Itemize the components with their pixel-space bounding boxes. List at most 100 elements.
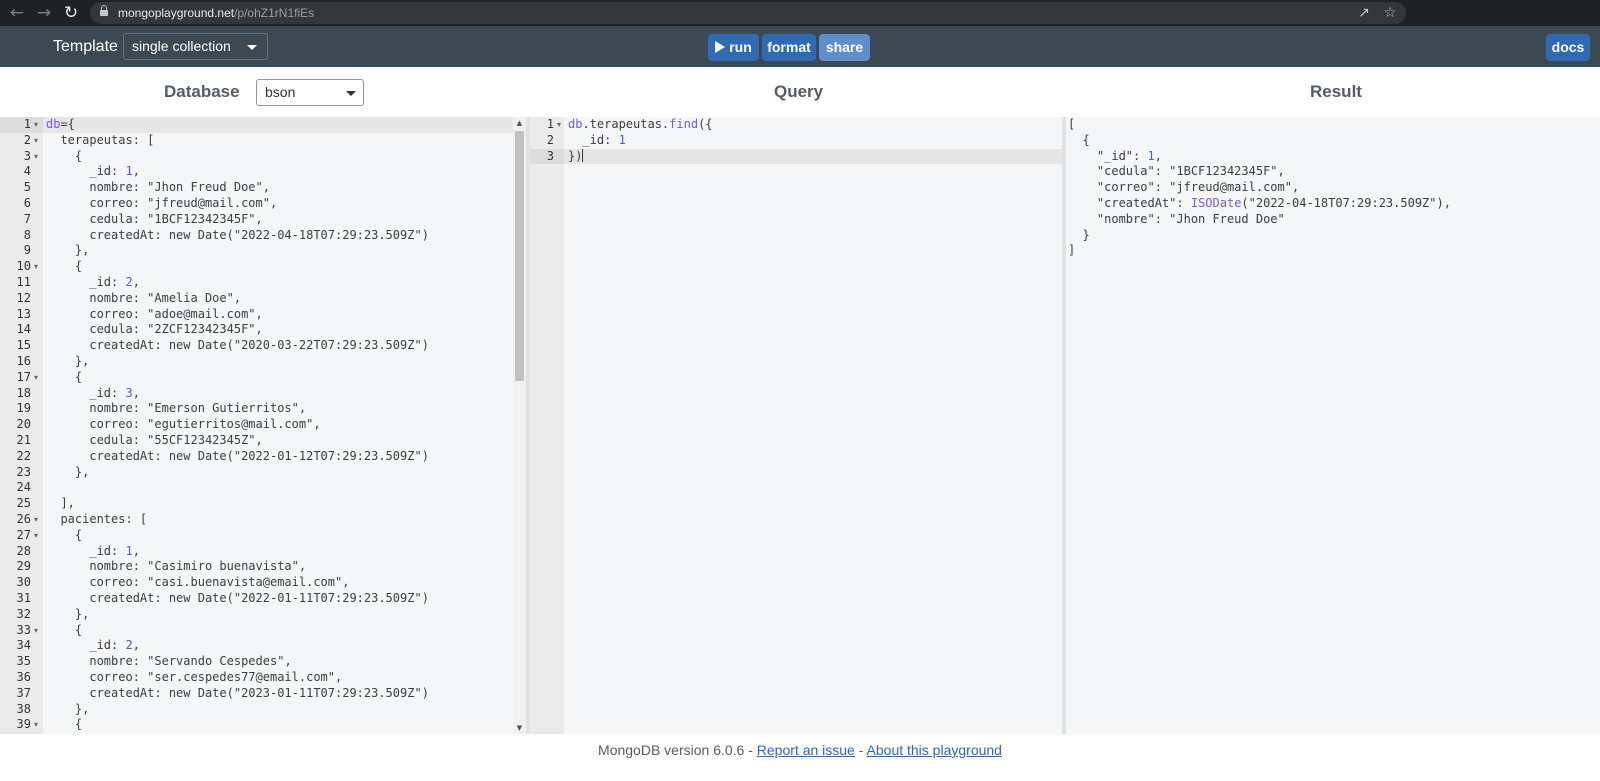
url-text[interactable]: mongoplayground.net/p/ohZ1rN1fiEs: [118, 2, 314, 24]
report-issue-link[interactable]: Report an issue: [757, 742, 855, 758]
about-playground-link[interactable]: About this playground: [867, 742, 1002, 758]
line-number: 1: [23, 117, 31, 131]
run-button[interactable]: run: [708, 34, 759, 61]
code-line: [: [1068, 117, 1076, 131]
query-editor[interactable]: 1 ▾ db.terapeutas.find({2 _id: 1 3}): [530, 117, 1062, 734]
code-line: terapeutas: [: [46, 132, 155, 147]
share-button[interactable]: share: [819, 34, 870, 61]
code-line: },: [46, 606, 90, 621]
fold-toggle-icon[interactable]: ▾: [34, 528, 38, 544]
scroll-up-icon[interactable]: ▲: [513, 117, 526, 129]
code-line: },: [46, 354, 90, 368]
fold-toggle-icon[interactable]: ▾: [34, 370, 38, 386]
code-line: correo: "ser.cespedes77@email.com",: [46, 670, 343, 684]
fold-toggle-icon[interactable]: ▾: [34, 259, 38, 275]
code-line: {: [1068, 132, 1090, 147]
url-path: /p/ohZ1rN1fiEs: [234, 6, 315, 20]
forward-arrow-icon[interactable]: →: [33, 2, 55, 24]
fold-toggle-icon[interactable]: ▾: [34, 117, 38, 133]
chevron-down-icon: [346, 91, 356, 96]
lock-icon: [100, 5, 108, 17]
fold-toggle-icon[interactable]: ▾: [34, 149, 38, 165]
code-line: db={: [46, 117, 75, 131]
database-mode-select[interactable]: bson: [256, 79, 364, 106]
query-panel-title: Query: [774, 82, 824, 101]
line-number: 37: [16, 685, 31, 700]
bookmark-star-icon[interactable]: ☆: [1380, 2, 1400, 24]
code-line: "cedula": "1BCF12342345F",: [1096, 164, 1285, 179]
line-number: 21: [16, 433, 31, 447]
line-number: 17: [16, 369, 31, 384]
fold-toggle-icon[interactable]: ▾: [34, 717, 38, 733]
footer-separator: -: [858, 742, 864, 758]
fold-toggle-icon[interactable]: ▾: [34, 512, 38, 528]
template-select-value: single collection: [132, 38, 231, 54]
code-line: "createdAt": ISODate("2022-04-18T07:29:2…: [1096, 196, 1451, 210]
code-line: "_id": 1,: [1096, 148, 1162, 163]
line-number: 22: [16, 448, 31, 463]
line-number: 19: [16, 401, 31, 416]
app-toolbar: Template single collection run format sh…: [0, 26, 1600, 67]
line-number: 26: [16, 512, 31, 526]
code-line: }: [1068, 227, 1090, 242]
code-line: _id: 1: [568, 132, 626, 147]
line-number: 14: [16, 322, 31, 337]
line-number: 10: [16, 259, 31, 274]
code-line: createdAt: new Date("2022-04-18T07:29:23…: [46, 227, 429, 242]
docs-button[interactable]: docs: [1546, 34, 1590, 61]
line-number: 34: [16, 638, 31, 653]
code-line: createdAt: new Date("2022-01-11T07:29:23…: [46, 591, 429, 605]
browser-toolbar: ← → ↻ mongoplayground.net/p/ohZ1rN1fiEs …: [0, 0, 1600, 26]
code-line: nombre: "Servando Cespedes",: [46, 654, 292, 669]
code-line: },: [46, 701, 90, 716]
fold-toggle-icon[interactable]: ▾: [34, 623, 38, 639]
result-panel-title: Result: [1310, 82, 1362, 101]
text-cursor: [582, 148, 584, 162]
back-arrow-icon[interactable]: ←: [6, 2, 28, 24]
share-page-icon[interactable]: ↗: [1354, 2, 1374, 24]
code-line: {: [46, 527, 83, 542]
code-line: correo: "jfreud@mail.com",: [46, 196, 278, 210]
code-line: pacientes: [: [46, 512, 148, 526]
template-label: Template: [53, 38, 118, 55]
database-editor-scrollbar[interactable]: ▲ ▼: [513, 117, 526, 734]
code-line: }): [568, 148, 584, 163]
code-line: cedula: "1BCF12342345F",: [46, 211, 263, 226]
line-number: 36: [16, 670, 31, 684]
chevron-down-icon: [247, 45, 257, 50]
line-number: 27: [16, 527, 31, 542]
line-number: 25: [16, 496, 31, 511]
line-number: 2: [23, 132, 31, 147]
reload-icon[interactable]: ↻: [60, 2, 82, 24]
database-editor[interactable]: 1 ▾ db={2 ▾ terapeutas: [3 ▾ {4 _id: 1, 5 nom…: [0, 117, 513, 734]
line-number: 7: [23, 211, 31, 226]
line-number: 1: [546, 117, 554, 131]
line-number: 39: [16, 717, 31, 732]
result-editor[interactable]: [ { "_id": 1, "cedula": "1BCF12342345F",…: [1066, 117, 1600, 734]
code-line: createdAt: new Date("2020-03-22T07:29:23…: [46, 338, 429, 353]
line-number: 9: [23, 243, 31, 258]
line-number: 4: [23, 164, 31, 179]
line-number: 15: [16, 338, 31, 353]
code-line: correo: "egutierritos@mail.com",: [46, 417, 321, 432]
code-line: {: [46, 369, 83, 384]
fold-toggle-icon[interactable]: ▾: [557, 117, 561, 133]
line-number: 8: [23, 227, 31, 242]
format-button[interactable]: format: [762, 34, 816, 61]
code-line: _id: 3,: [46, 385, 140, 400]
footer: MongoDB version 6.0.6 - Report an issue …: [0, 740, 1600, 760]
code-line: ],: [46, 496, 75, 511]
line-number: 32: [16, 606, 31, 621]
line-number: 30: [16, 575, 31, 590]
template-select[interactable]: single collection: [123, 33, 268, 60]
scrollbar-thumb[interactable]: [515, 131, 524, 381]
fold-toggle-icon[interactable]: ▾: [34, 133, 38, 149]
line-number: 20: [16, 417, 31, 432]
line-number: 2: [546, 132, 554, 147]
line-number: 31: [16, 591, 31, 605]
line-number: 12: [16, 290, 31, 305]
scroll-down-icon[interactable]: ▼: [513, 722, 526, 734]
code-line: {: [46, 717, 83, 732]
line-number: 18: [16, 385, 31, 400]
address-bar[interactable]: mongoplayground.net/p/ohZ1rN1fiEs ↗ ☆: [90, 2, 1406, 24]
